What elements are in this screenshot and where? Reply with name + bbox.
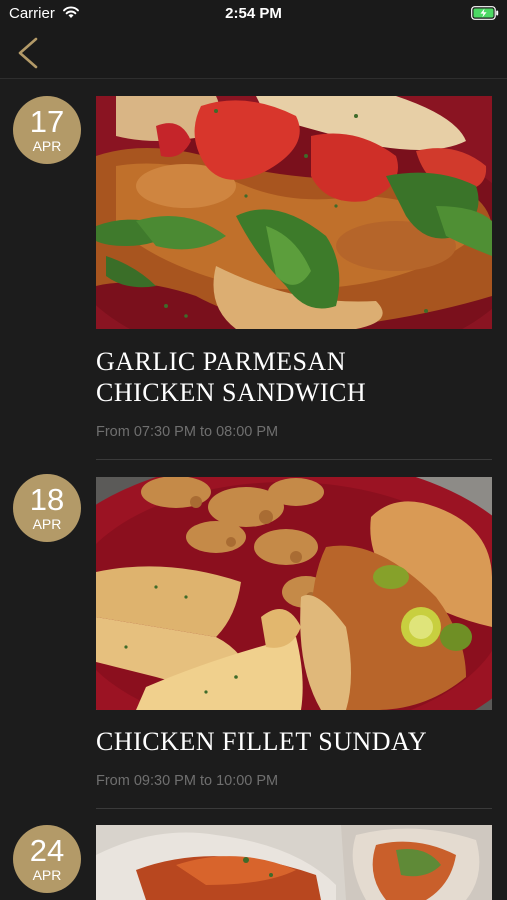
date-month: APR [32, 867, 62, 883]
navigation-bar [0, 28, 507, 79]
event-time: From 09:30 PM to 10:00 PM [96, 773, 279, 789]
event-list[interactable]: 17 APR GARLIC PARMESAN CHICKEN SANDWICH … [0, 79, 507, 900]
divider [96, 459, 492, 460]
event-title-line: CHICKEN SANDWICH [96, 378, 367, 407]
event-title: CHICKEN FILLET SUNDAY [96, 726, 496, 757]
date-month: APR [32, 516, 62, 532]
clock-label: 2:54 PM [225, 5, 282, 22]
event-photo[interactable] [96, 825, 492, 900]
divider [96, 808, 492, 809]
date-day: 18 [29, 482, 65, 517]
event-title-line: GARLIC PARMESAN [96, 347, 346, 376]
date-badge: 18 APR [13, 474, 81, 542]
date-badge: 17 APR [13, 96, 81, 164]
date-month: APR [32, 138, 62, 154]
event-photo[interactable] [96, 477, 492, 710]
date-badge: 24 APR [13, 825, 81, 893]
status-bar: Carrier 2:54 PM [0, 0, 507, 28]
chevron-left-icon[interactable] [14, 36, 44, 70]
event-title: GARLIC PARMESAN CHICKEN SANDWICH [96, 346, 496, 408]
battery-charging-icon [471, 6, 499, 20]
event-time: From 07:30 PM to 08:00 PM [96, 424, 279, 440]
event-title-line: CHICKEN FILLET SUNDAY [96, 727, 428, 756]
date-day: 17 [29, 104, 65, 139]
date-day: 24 [29, 833, 65, 868]
event-photo[interactable] [96, 96, 492, 329]
